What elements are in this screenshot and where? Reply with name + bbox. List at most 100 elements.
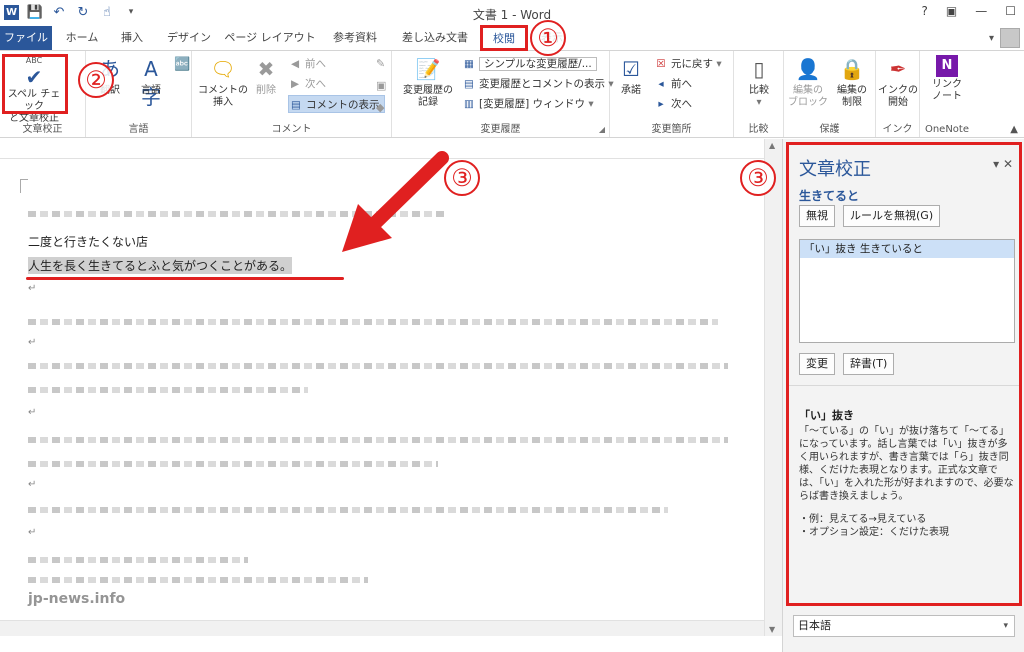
annotation-arrow-icon [342, 151, 449, 252]
next-comment-label: 次へ [305, 78, 326, 90]
reject-button[interactable]: ☒ 元に戻す ▾ [654, 55, 721, 73]
blurred-text-line [28, 387, 308, 393]
ignore-button[interactable]: 無視 [799, 205, 835, 227]
lock-icon: 🔒 [839, 57, 865, 81]
vertical-scrollbar[interactable]: ▲ ▼ [764, 139, 782, 636]
language-button[interactable]: A字 言語 [132, 55, 170, 109]
markup-select-value[interactable]: シンプルな変更履歴/... [479, 57, 597, 71]
prev-change-button[interactable]: ◂ 前へ [654, 75, 692, 93]
pane-title: 文章校正 [799, 159, 871, 180]
pane-highlight-annotation: 文章校正 ▾ ✕ 生きてると 無視 ルールを無視(G) 「い」抜き 生きていると… [786, 142, 1022, 606]
start-inking-line1: インクの [878, 85, 918, 96]
group-protect: 👤 編集の ブロック 🔒 編集の 制限 保護 [784, 51, 876, 137]
ink-pen-icon[interactable]: ✎ [376, 57, 385, 70]
group-tracking: 📝 変更履歴の 記録 ▦ シンプルな変更履歴/... ▤ 変更履歴とコメントの表示 … [392, 51, 614, 137]
prev-comment-icon: ◀ [290, 58, 300, 70]
user-area: ▾ [989, 28, 1020, 48]
track-changes-line1: 変更履歴の [403, 85, 453, 96]
linked-notes-line1: リンク [932, 79, 962, 90]
title-bar: W 💾 ↶ ↻ ☝ ▾ 文書 1 - Word ? ▣ — ☐ [0, 0, 1024, 26]
explanation-body: 「～ている」の「い」が抜け落ちて「～てる」になっています。話し言葉では「い」抜き… [799, 426, 1014, 502]
horizontal-scrollbar[interactable] [0, 620, 764, 636]
track-changes-button[interactable]: 📝 変更履歴の 記録 [398, 55, 458, 109]
prev-comment-button[interactable]: ◀ 前へ [288, 55, 326, 73]
review-tab-highlight-annotation [480, 25, 528, 51]
explanation-text: 「～ている」の「い」が抜け落ちて「～てる」になっています。話し言葉では「い」抜き… [799, 425, 1017, 539]
next-change-label: 次へ [671, 98, 692, 110]
comment-extra-icon[interactable]: ▣ [376, 79, 386, 92]
doc-line-target[interactable]: 人生を長く生きてるとふと気がつくことがある。 [28, 257, 293, 274]
language-select[interactable]: 日本語 ▾ [793, 615, 1015, 637]
help-button[interactable]: ? [922, 4, 928, 18]
group-ink: ✒ インクの 開始 インク [876, 51, 920, 137]
ignore-rule-button[interactable]: ルールを無視(G) [843, 205, 941, 227]
tab-page-layout[interactable]: ページ レイアウト [222, 26, 318, 50]
prev-change-label: 前へ [671, 78, 692, 90]
ribbon-display-button[interactable]: ▣ [946, 4, 957, 18]
restrict-editing-button[interactable]: 🔒 編集の 制限 [830, 55, 874, 109]
next-comment-icon: ▶ [290, 78, 300, 90]
tab-file[interactable]: ファイル [0, 26, 52, 50]
block-authors-button[interactable]: 👤 編集の ブロック [786, 55, 830, 109]
word-count-icon[interactable]: 🔤 [174, 57, 190, 72]
tab-references[interactable]: 参考資料 [322, 26, 388, 50]
eraser-icon[interactable]: ◆ [376, 101, 384, 114]
show-markup-button[interactable]: ▤ 変更履歴とコメントの表示 ▾ [462, 75, 614, 93]
onenote-icon: N [936, 55, 958, 77]
chevron-down-icon: ▾ [1003, 621, 1008, 631]
tab-home[interactable]: ホーム [56, 26, 108, 50]
close-icon[interactable]: ✕ [1003, 157, 1013, 171]
show-markup-icon: ▤ [464, 78, 474, 90]
compare-button[interactable]: ▯ 比較 ▾ [740, 55, 778, 109]
new-comment-button[interactable]: 🗨 コメントの 挿入 [198, 55, 248, 109]
start-inking-line2: 開始 [888, 97, 908, 108]
accept-icon: ☑ [622, 57, 640, 81]
blurred-text-line [28, 363, 728, 369]
markup-select[interactable]: ▦ シンプルな変更履歴/... [462, 55, 597, 73]
restrict-editing-line1: 編集の [837, 85, 867, 96]
window-title: 文書 1 - Word [472, 8, 552, 22]
minimize-button[interactable]: — [975, 4, 987, 18]
new-comment-line1: コメントの [198, 85, 248, 96]
group-onenote-label: OneNote [924, 124, 970, 135]
user-dropdown-icon[interactable]: ▾ [989, 33, 994, 44]
pane-options-icon[interactable]: ▾ [993, 157, 999, 171]
tab-design[interactable]: デザイン [160, 26, 218, 50]
scroll-up-icon[interactable]: ▲ [769, 141, 775, 150]
reject-label: 元に戻す [671, 58, 713, 70]
paragraph-mark: ↵ [28, 283, 37, 294]
suggestions-list[interactable]: 「い」抜き 生きていると [799, 239, 1015, 343]
blurred-text-line [28, 577, 368, 583]
next-comment-button[interactable]: ▶ 次へ [288, 75, 326, 93]
next-change-icon: ▸ [658, 98, 664, 110]
prev-change-icon: ◂ [658, 78, 664, 90]
suggestion-item[interactable]: 「い」抜き 生きていると [800, 240, 1014, 258]
blurred-text-line [28, 461, 438, 467]
new-comment-line2: 挿入 [213, 97, 233, 108]
explanation-example: ・例：見えてる→見えている [799, 514, 927, 525]
doc-line-heading[interactable]: 二度と行きたくない店 [28, 233, 148, 250]
start-inking-button[interactable]: ✒ インクの 開始 [878, 55, 918, 109]
group-tracking-label: 変更履歴 [480, 124, 521, 135]
dictionary-button[interactable]: 辞書(T) [843, 353, 895, 375]
show-comments-button[interactable]: ▤ コメントの表示 [288, 95, 385, 113]
next-change-button[interactable]: ▸ 次へ [654, 95, 692, 113]
delete-comment-button[interactable]: ✖ 削除 [248, 55, 284, 97]
change-button[interactable]: 変更 [799, 353, 835, 375]
paragraph-mark: ↵ [28, 407, 37, 418]
linked-notes-button[interactable]: N リンク ノート [924, 55, 970, 103]
reviewing-pane-button[interactable]: ▥ [変更履歴] ウィンドウ ▾ [462, 95, 594, 113]
group-onenote: N リンク ノート OneNote [920, 51, 974, 137]
collapse-ribbon-icon[interactable]: ▲ [1010, 124, 1018, 135]
tab-mailings[interactable]: 差し込み文書 [392, 26, 478, 50]
pane-controls: ▾ ✕ [993, 157, 1013, 171]
compare-label: 比較 [749, 85, 769, 96]
maximize-button[interactable]: ☐ [1005, 4, 1016, 18]
track-changes-line2: 記録 [418, 97, 438, 108]
flagged-word: 生きてると [799, 189, 860, 203]
tab-insert[interactable]: 挿入 [110, 26, 154, 50]
avatar[interactable] [1000, 28, 1020, 48]
scroll-down-icon[interactable]: ▼ [769, 625, 775, 634]
accept-button[interactable]: ☑ 承諾 [614, 55, 648, 97]
ribbon: ABC ✔ スペル チェック と文章校正 文章校正 あ 翻訳 A字 言語 🔤 言… [0, 50, 1024, 138]
